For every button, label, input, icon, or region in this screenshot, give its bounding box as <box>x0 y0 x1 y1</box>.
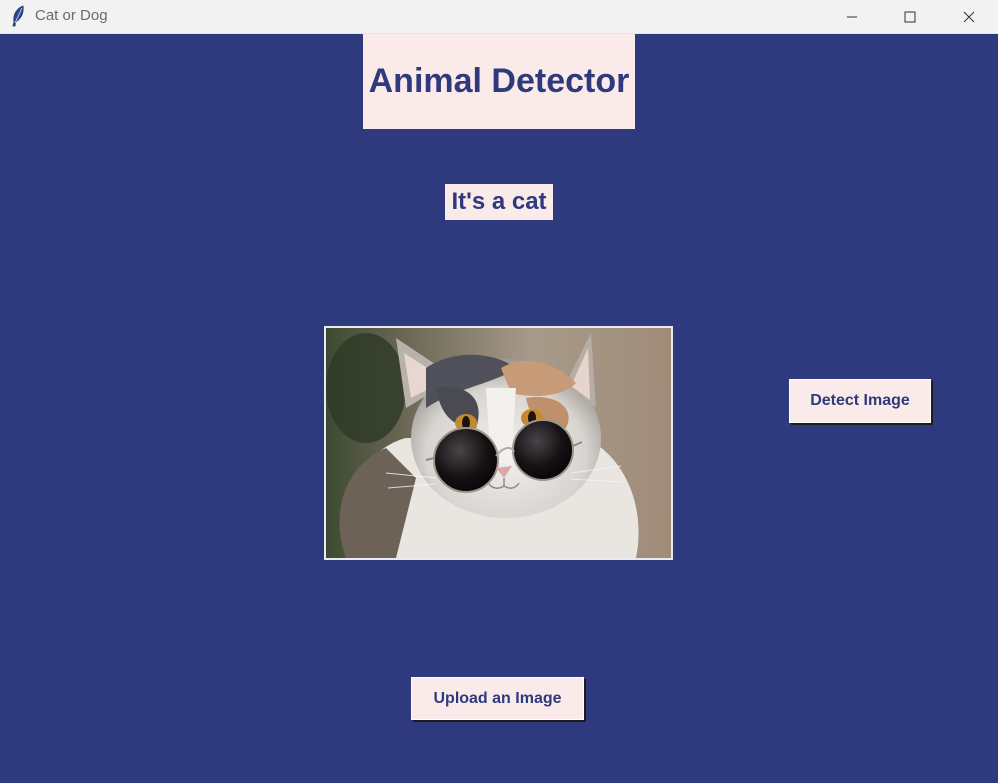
upload-image-label: Upload an Image <box>433 689 562 707</box>
cat-photo <box>326 328 671 558</box>
detect-image-button[interactable]: Detect Image <box>789 379 931 423</box>
maximize-icon <box>904 11 916 23</box>
page-title: Animal Detector <box>368 62 630 100</box>
upload-image-button[interactable]: Upload an Image <box>411 677 584 720</box>
heading-panel: Animal Detector <box>363 34 635 129</box>
uploaded-image <box>324 326 673 560</box>
title-bar[interactable]: Cat or Dog <box>0 0 998 34</box>
minimize-icon <box>846 11 858 23</box>
result-panel: It's a cat <box>445 184 553 220</box>
window-title: Cat or Dog <box>35 7 108 24</box>
feather-icon <box>10 5 26 27</box>
app-window: Cat or Dog Animal Detector It's a cat De… <box>0 0 998 783</box>
close-icon <box>963 11 975 23</box>
detect-image-label: Detect Image <box>810 392 910 409</box>
result-label: It's a cat <box>451 188 547 215</box>
close-button[interactable] <box>940 0 998 33</box>
minimize-button[interactable] <box>823 0 881 33</box>
maximize-button[interactable] <box>881 0 939 33</box>
